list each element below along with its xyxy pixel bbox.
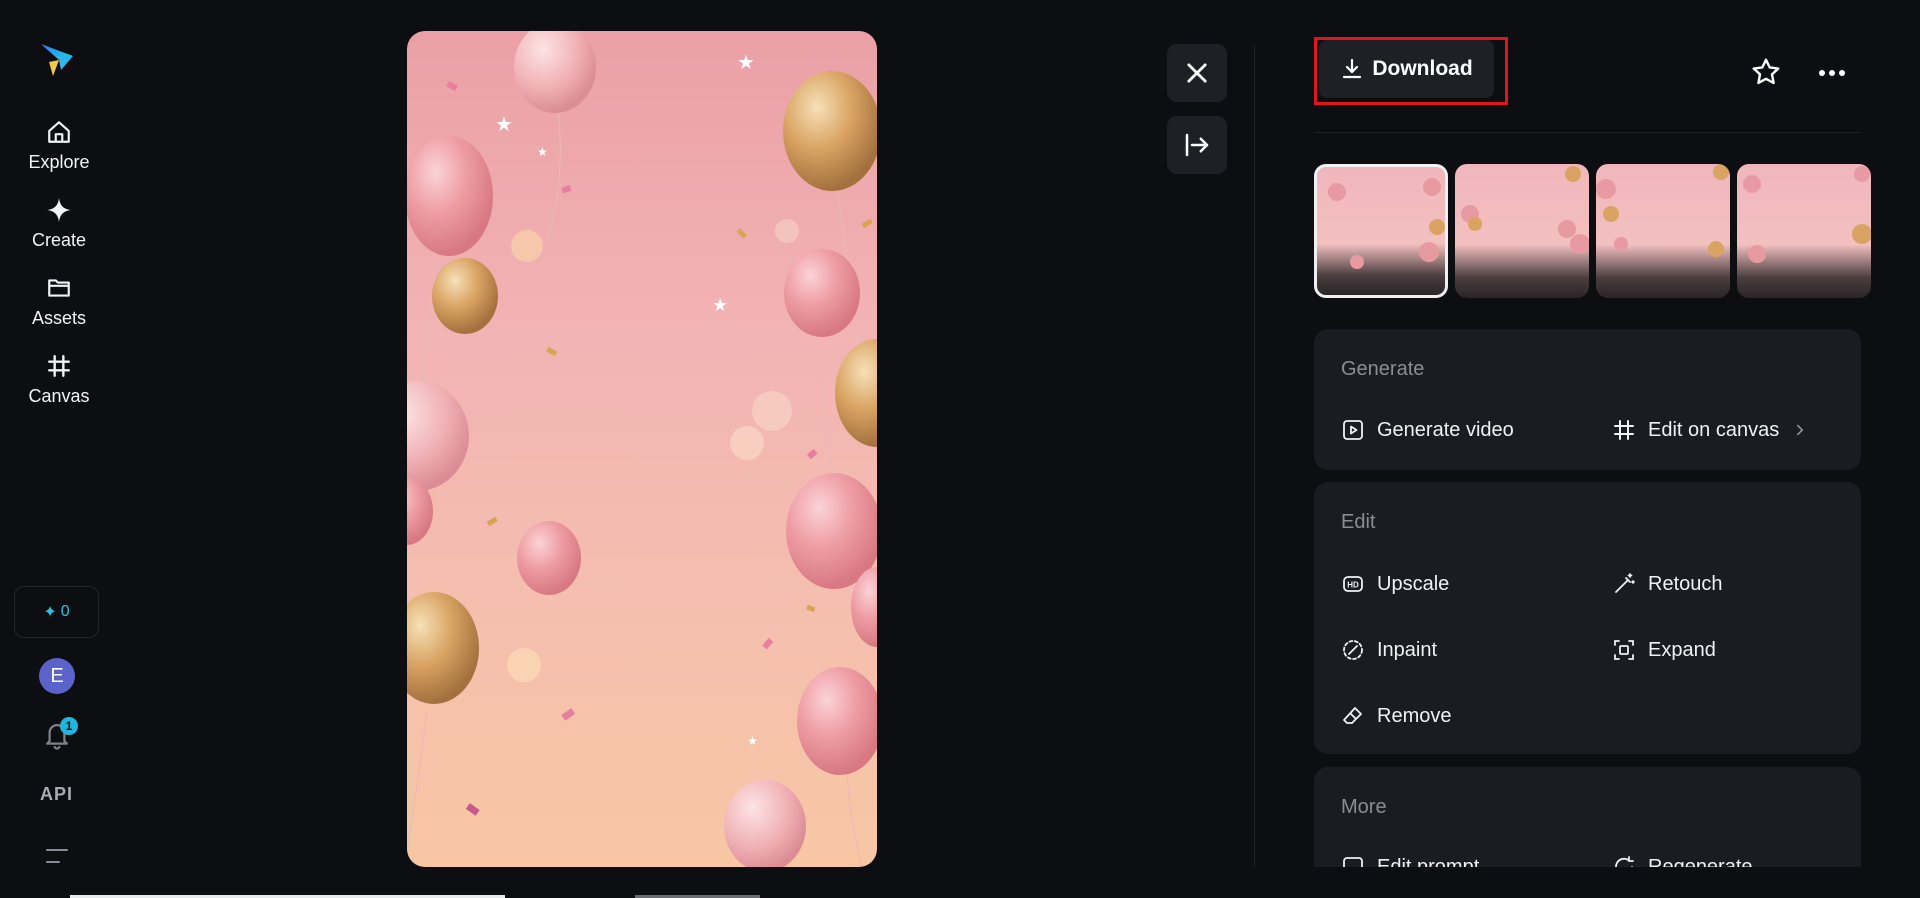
more-section: More Edit prompt Regenerate — [1314, 767, 1861, 867]
nav-item-canvas[interactable]: Canvas — [14, 352, 104, 418]
edit-prompt-button[interactable]: Edit prompt — [1341, 855, 1479, 867]
upscale-button[interactable]: HD Upscale — [1341, 572, 1449, 596]
thumbnail-2[interactable] — [1455, 164, 1589, 298]
edit-on-canvas-label: Edit on canvas — [1648, 418, 1780, 441]
thumbnail-3[interactable] — [1596, 164, 1730, 298]
inpaint-button[interactable]: Inpaint — [1341, 638, 1437, 662]
download-icon — [1343, 58, 1362, 79]
download-button[interactable]: Download — [1319, 40, 1494, 98]
expand-button[interactable]: Expand — [1612, 638, 1716, 662]
nav-item-create[interactable]: Create — [14, 196, 104, 262]
thumbnail-4[interactable] — [1737, 164, 1871, 298]
folder-icon — [45, 274, 73, 302]
generate-video-label: Generate video — [1377, 418, 1514, 441]
close-icon — [1187, 63, 1207, 83]
regenerate-icon — [1615, 856, 1634, 867]
image-preview: ★ ★ ★ ★ ★ — [407, 31, 877, 867]
expand-label: Expand — [1648, 638, 1716, 661]
panel-divider — [1254, 46, 1255, 866]
balloon-artwork: ★ ★ ★ ★ ★ — [407, 31, 877, 867]
magic-wand-icon — [1615, 573, 1635, 593]
eraser-icon — [1343, 707, 1362, 724]
svg-text:★: ★ — [495, 114, 513, 136]
nav-label-assets: Assets — [31, 308, 87, 328]
close-button[interactable] — [1167, 44, 1227, 102]
sparkle-icon — [45, 196, 73, 224]
svg-text:★: ★ — [537, 145, 548, 159]
edit-prompt-icon — [1343, 857, 1363, 867]
toggle-panel-button[interactable] — [1167, 116, 1227, 174]
edit-section: Edit HD Upscale Retouch Inpaint Expand R… — [1314, 482, 1861, 754]
generate-title: Generate — [1341, 358, 1425, 380]
expand-icon — [1614, 640, 1634, 660]
credit-sparkle-icon: ✦ — [43, 604, 57, 621]
app-logo-icon[interactable] — [37, 40, 77, 80]
notification-badge: 1 — [60, 717, 78, 735]
arrow-right-bar-icon — [1185, 133, 1209, 157]
nav-item-assets[interactable]: Assets — [14, 274, 104, 340]
generate-section: Generate Generate video Edit on canvas — [1314, 329, 1861, 470]
more-options-icon[interactable] — [1815, 60, 1849, 86]
download-label: Download — [1372, 57, 1473, 80]
inpaint-label: Inpaint — [1377, 638, 1438, 661]
avatar[interactable]: E — [39, 658, 75, 694]
nav-label-create: Create — [31, 230, 87, 250]
thumbnail-1[interactable] — [1314, 164, 1448, 298]
nav-label-explore: Explore — [28, 152, 90, 172]
chevron-right-icon — [1797, 424, 1804, 436]
nav-label-canvas: Canvas — [28, 386, 90, 406]
home-icon — [45, 118, 73, 146]
edit-on-canvas-button[interactable]: Edit on canvas — [1612, 418, 1809, 442]
regenerate-label: Regenerate — [1648, 855, 1753, 868]
svg-text:★: ★ — [747, 734, 758, 748]
generate-video-button[interactable]: Generate video — [1341, 418, 1514, 442]
retouch-label: Retouch — [1648, 572, 1723, 595]
left-sidebar: Explore Create Assets Canvas ✦ 0 E 1 API — [0, 0, 118, 898]
nav-item-explore[interactable]: Explore — [14, 118, 104, 184]
credits-button[interactable]: ✦ 0 — [14, 586, 99, 638]
panel-bottom-mask — [1314, 867, 1861, 898]
play-square-icon — [1343, 420, 1363, 440]
regenerate-button[interactable]: Regenerate — [1612, 855, 1753, 867]
remove-button[interactable]: Remove — [1341, 704, 1451, 728]
remove-label: Remove — [1377, 704, 1452, 727]
api-link[interactable]: API — [40, 784, 73, 805]
upscale-label: Upscale — [1377, 572, 1450, 595]
hd-icon: HD — [1343, 576, 1363, 592]
header-divider — [1314, 132, 1861, 133]
svg-text:★: ★ — [712, 295, 728, 315]
collapse-menu-icon[interactable] — [44, 846, 70, 866]
edit-prompt-label: Edit prompt — [1377, 855, 1480, 868]
favorite-star-icon[interactable] — [1750, 56, 1782, 88]
credits-count: 0 — [60, 603, 70, 620]
more-title: More — [1341, 796, 1387, 818]
canvas-grid-icon — [1614, 420, 1634, 440]
inpaint-brush-icon — [1343, 640, 1363, 660]
svg-text:★: ★ — [737, 52, 755, 74]
edit-title: Edit — [1341, 511, 1376, 533]
svg-text:HD: HD — [1347, 581, 1359, 590]
retouch-button[interactable]: Retouch — [1612, 572, 1723, 596]
canvas-grid-icon — [45, 352, 73, 380]
